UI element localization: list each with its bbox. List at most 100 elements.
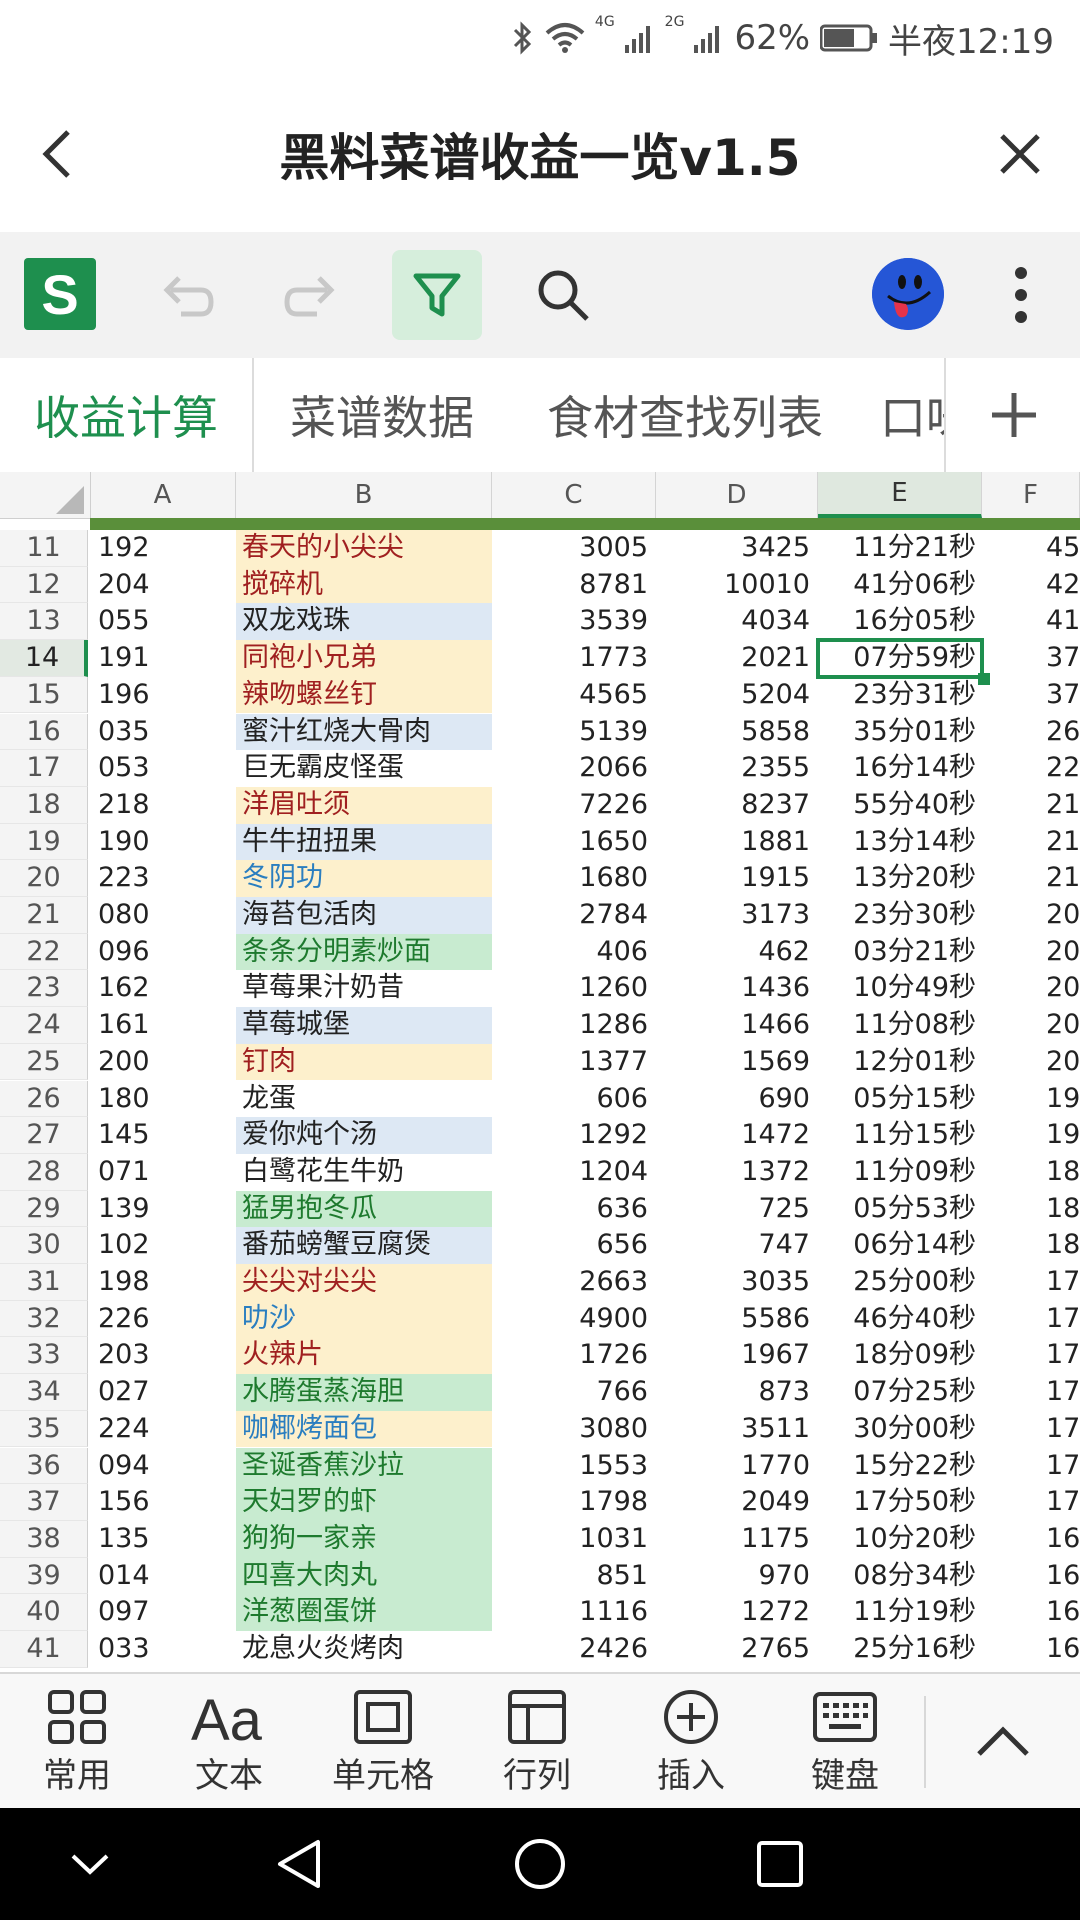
row-number[interactable]: 17 [0,750,88,787]
cell-recipe-name[interactable]: 双龙戏珠 [236,603,492,641]
nav-home-button[interactable] [510,1834,570,1894]
row-number[interactable]: 30 [0,1227,88,1264]
cell-value-c[interactable]: 3539 [492,603,656,640]
cell-value-f[interactable]: 41 [982,603,1080,640]
table-row[interactable]: 13 055 双龙戏珠 3539 4034 16分05秒 41 [0,603,1080,641]
table-row[interactable]: 28 071 白鹭花生牛奶 1204 1372 11分09秒 18 [0,1153,1080,1191]
cell-value-c[interactable]: 656 [492,1227,656,1264]
table-row[interactable]: 20 223 冬阴功 1680 1915 13分20秒 21 [0,860,1080,897]
cell-value-f[interactable]: 42 [982,567,1080,604]
cell-duration[interactable]: 16分14秒 [818,750,982,787]
cell-value-d[interactable]: 3035 [656,1264,818,1301]
cell-value-d[interactable]: 1967 [656,1337,818,1374]
cell-duration[interactable]: 23分30秒 [818,897,982,934]
cell-recipe-name[interactable]: 搅碎机 [236,566,492,604]
cell-value-f[interactable]: 16 [982,1521,1080,1558]
cell-value-c[interactable]: 4900 [492,1301,656,1338]
cell-value-d[interactable]: 1372 [656,1154,818,1191]
cell-recipe-name[interactable]: 草莓城堡 [236,1007,492,1044]
cell-duration[interactable]: 13分20秒 [818,860,982,897]
cell-value-f[interactable]: 20 [982,1007,1080,1044]
cell-recipe-name[interactable]: 牛牛扭扭果 [236,823,492,861]
cell-id[interactable]: 224 [90,1411,234,1448]
column-header-c[interactable]: C [492,472,656,518]
cell-id[interactable]: 203 [90,1337,234,1374]
app-logo[interactable]: S [24,258,96,330]
cell-value-d[interactable]: 8237 [656,787,818,824]
cell-value-d[interactable]: 1881 [656,824,818,861]
table-row[interactable]: 36 094 圣诞香蕉沙拉 1553 1770 15分22秒 17 [0,1447,1080,1485]
cell-id[interactable]: 190 [90,824,234,861]
bottom-item-rowcol[interactable]: 行列 [462,1674,612,1810]
table-row[interactable]: 23 162 草莓果汁奶昔 1260 1436 10分49秒 20 [0,970,1080,1008]
cell-recipe-name[interactable]: 狗狗一家亲 [236,1520,492,1558]
cell-value-d[interactable]: 3511 [656,1411,818,1448]
table-row[interactable]: 38 135 狗狗一家亲 1031 1175 10分20秒 16 [0,1520,1080,1558]
cell-value-d[interactable]: 1472 [656,1117,818,1154]
cell-value-f[interactable]: 22 [982,750,1080,787]
cell-duration[interactable]: 41分06秒 [818,567,982,604]
cell-duration[interactable]: 15分22秒 [818,1448,982,1485]
cell-value-f[interactable]: 37 [982,677,1080,714]
table-row[interactable]: 34 027 水腾蛋蒸海胆 766 873 07分25秒 17 [0,1374,1080,1411]
cell-value-d[interactable]: 5858 [656,714,818,751]
cell-id[interactable]: 192 [90,530,234,567]
table-row[interactable]: 12 204 搅碎机 8781 10010 41分06秒 42 [0,566,1080,604]
cell-duration[interactable]: 18分09秒 [818,1337,982,1374]
expand-toolbar-button[interactable] [926,1674,1080,1810]
cell-duration[interactable]: 12分01秒 [818,1044,982,1081]
row-number[interactable]: 21 [0,897,88,934]
column-header-a[interactable]: A [90,472,236,518]
row-number[interactable]: 22 [0,933,88,971]
cell-value-d[interactable]: 1175 [656,1521,818,1558]
cell-value-d[interactable]: 3173 [656,897,818,934]
tab-sheet-2[interactable]: 菜谱数据 [254,358,510,472]
cell-value-c[interactable]: 1726 [492,1337,656,1374]
cell-recipe-name[interactable]: 四喜大肉丸 [236,1557,492,1595]
table-row[interactable]: 25 200 钉肉 1377 1569 12分01秒 20 [0,1043,1080,1081]
cell-id[interactable]: 156 [90,1484,234,1521]
cell-value-c[interactable]: 4565 [492,677,656,714]
bottom-item-insert[interactable]: 插入 [616,1674,766,1810]
row-number[interactable]: 34 [0,1374,88,1411]
cell-id[interactable]: 102 [90,1227,234,1264]
cell-value-f[interactable]: 20 [982,1044,1080,1081]
row-number[interactable]: 11 [0,530,88,567]
table-row[interactable]: 41 033 龙息火炎烤肉 2426 2765 25分16秒 16 [0,1631,1080,1668]
cell-value-f[interactable]: 21 [982,824,1080,861]
cell-id[interactable]: 053 [90,750,234,787]
tab-sheet-1[interactable]: 收益计算 [0,358,252,472]
cell-recipe-name[interactable]: 爱你炖个汤 [236,1117,492,1154]
cell-id[interactable]: 094 [90,1448,234,1485]
row-number[interactable]: 26 [0,1080,88,1118]
cell-value-d[interactable]: 1466 [656,1007,818,1044]
row-number[interactable]: 28 [0,1153,88,1191]
cell-value-f[interactable]: 18 [982,1154,1080,1191]
row-number[interactable]: 35 [0,1410,88,1448]
column-header-f[interactable]: F [982,472,1080,518]
table-row[interactable]: 27 145 爱你炖个汤 1292 1472 11分15秒 19 [0,1117,1080,1154]
search-button[interactable] [518,250,608,340]
cell-value-f[interactable]: 16 [982,1558,1080,1595]
cell-recipe-name[interactable]: 白鹭花生牛奶 [236,1153,492,1191]
table-row[interactable]: 17 053 巨无霸皮怪蛋 2066 2355 16分14秒 22 [0,750,1080,787]
cell-duration[interactable]: 16分05秒 [818,603,982,640]
row-number[interactable]: 20 [0,860,88,897]
cell-duration[interactable]: 30分00秒 [818,1411,982,1448]
select-all-corner[interactable] [0,472,91,518]
cell-id[interactable]: 204 [90,567,234,604]
cell-recipe-name[interactable]: 水腾蛋蒸海胆 [236,1374,492,1411]
cell-id[interactable]: 139 [90,1191,234,1228]
cell-value-d[interactable]: 1436 [656,970,818,1007]
table-row[interactable]: 22 096 条条分明素炒面 406 462 03分21秒 20 [0,933,1080,971]
cell-duration[interactable]: 46分40秒 [818,1301,982,1338]
cell-value-c[interactable]: 2066 [492,750,656,787]
avatar[interactable] [872,258,944,330]
cell-recipe-name[interactable]: 条条分明素炒面 [236,933,492,971]
column-header-d[interactable]: D [656,472,818,518]
cell-recipe-name[interactable]: 番茄螃蟹豆腐煲 [236,1227,492,1264]
cell-value-c[interactable]: 2784 [492,897,656,934]
cell-value-c[interactable]: 1031 [492,1521,656,1558]
cell-value-f[interactable]: 18 [982,1227,1080,1264]
table-row[interactable]: 16 035 蜜汁红烧大骨肉 5139 5858 35分01秒 26 [0,713,1080,751]
